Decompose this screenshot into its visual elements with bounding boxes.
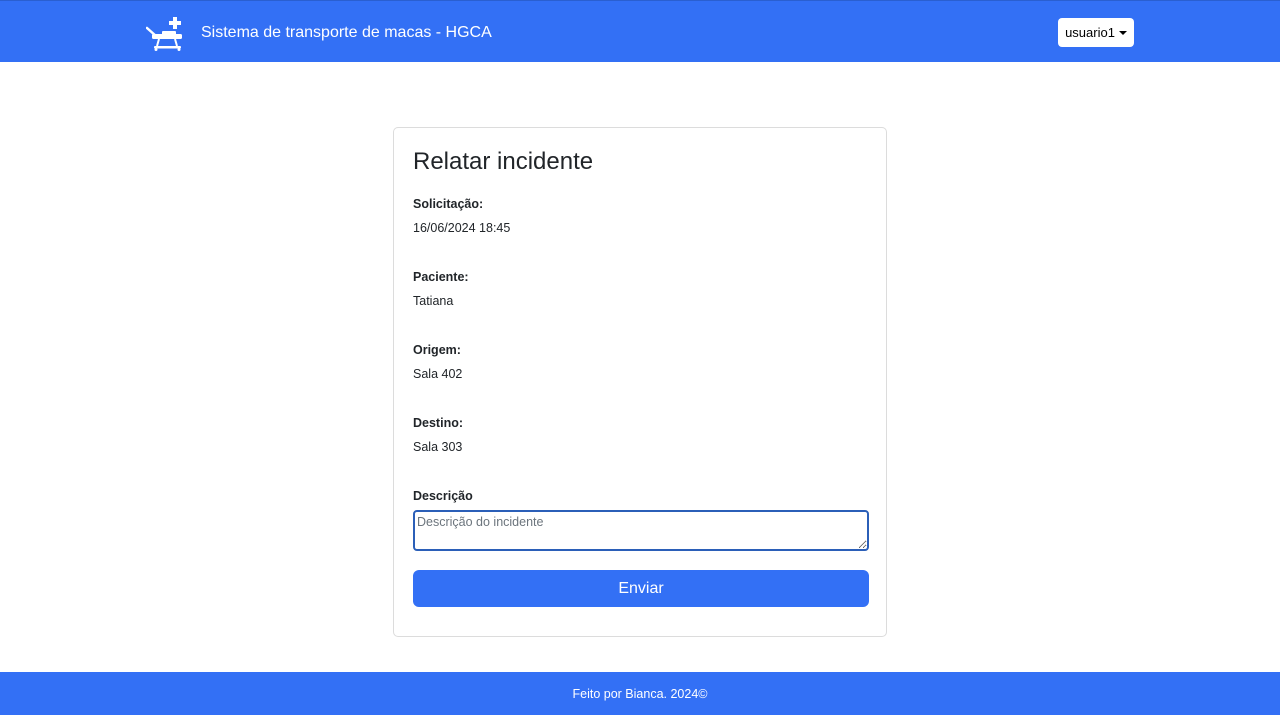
destination-value: Sala 303 [413,440,463,454]
stretcher-plus-icon[interactable] [146,15,184,51]
user-menu-label: usuario1 [1065,25,1115,40]
navbar: Sistema de transporte de macas - HGCA us… [0,0,1280,62]
request-time-value: 16/06/2024 18:45 [413,221,511,235]
request-time-label: Solicitação: [413,197,484,211]
patient-value: Tatiana [413,294,454,308]
description-label: Descrição [413,489,473,503]
description-field[interactable] [413,510,869,551]
origin-value: Sala 402 [413,367,463,381]
destination-label: Destino: [413,416,463,430]
footer-text: Feito por Bianca. 2024© [572,686,708,701]
footer: Feito por Bianca. 2024© [0,672,1280,715]
patient-label: Paciente: [413,270,469,284]
submit-button[interactable]: Enviar [413,570,869,607]
caret-down-icon [1118,30,1127,35]
origin-label: Origem: [413,343,461,357]
user-menu-button[interactable]: usuario1 [1058,18,1134,47]
app-title[interactable]: Sistema de transporte de macas - HGCA [201,23,492,43]
page-title: Relatar incidente [413,148,594,175]
incident-report-card: Relatar incidente Solicitação: 16/06/202… [393,127,887,637]
